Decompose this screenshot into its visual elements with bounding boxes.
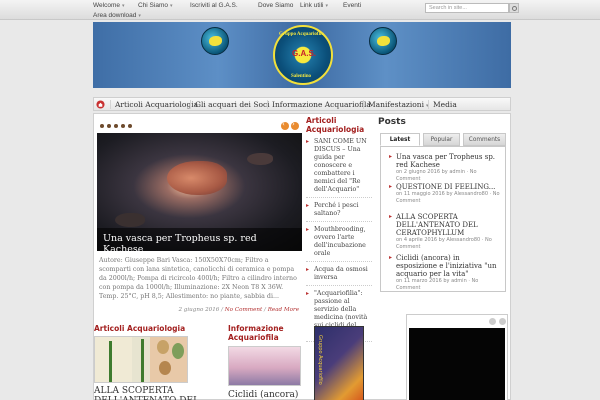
mainnav-item-informazione[interactable]: Informazione Acquariofila [267, 100, 371, 109]
slider-dot[interactable] [107, 124, 111, 128]
articles-bottom-title[interactable]: Articoli Acquariologia [94, 324, 185, 333]
chevron-down-icon: ▾ [325, 3, 328, 9]
chevron-down-icon: ▾ [122, 3, 125, 9]
topnav-item-chi-siamo[interactable]: Chi Siamo▾ [138, 2, 173, 9]
logo-text-bottom: Salentino [291, 74, 311, 79]
bulb-shape [157, 340, 169, 354]
slider-dot[interactable] [128, 124, 132, 128]
mainnav-item-articoli[interactable]: Articoli Acquariologia [110, 100, 198, 109]
articles-list: SANI COME UN DISCUS – Una guida per cono… [306, 138, 372, 346]
tab-comments[interactable]: Comments [463, 133, 506, 146]
home-icon[interactable] [96, 100, 105, 109]
list-item[interactable]: ALLA SCOPERTA DELL'ANTENATO DEL CERATOPH… [389, 213, 501, 251]
list-item[interactable]: Ciclidi (ancora) in esposizione e l'iniz… [389, 254, 501, 292]
informazione-bottom-title[interactable]: Informazione Acquariofila [228, 324, 306, 342]
topnav-item-area-download[interactable]: Area download▾ [93, 12, 141, 19]
topnav-item-iscriviti[interactable]: Iscriviti al G.A.S. [190, 2, 238, 9]
slider-next-button[interactable] [291, 122, 299, 130]
fish-shape [115, 213, 145, 227]
plant-shape [141, 339, 144, 383]
list-item[interactable]: Una vasca per Tropheus sp. red Kachese o… [389, 153, 501, 183]
tab-popular[interactable]: Popular [423, 133, 460, 146]
mainnav-item-acquari-soci[interactable]: Gli acquari dei Soci [190, 100, 270, 109]
top-bar: Welcome▾ Chi Siamo▾ Iscriviti al G.A.S. … [0, 0, 600, 20]
slide-meta: 2 giugno 2016 / No Comment / Read More [99, 307, 299, 313]
chevron-down-icon: ▾ [138, 13, 141, 19]
book-cover-image[interactable]: Gruppo Acquariofilo [314, 326, 364, 400]
video-prev-button[interactable] [489, 318, 496, 325]
topnav-item-dove-siamo[interactable]: Dove Siamo [258, 2, 293, 9]
slider-dot[interactable] [114, 124, 118, 128]
slider-prev-button[interactable] [281, 122, 289, 130]
tab-latest[interactable]: Latest [380, 133, 420, 146]
article-thumbnail[interactable] [228, 346, 301, 386]
slide-title[interactable]: Una vasca per Tropheus sp. red Kachese [97, 228, 302, 251]
bulb-shape [159, 361, 171, 375]
chevron-down-icon: ▾ [170, 3, 173, 9]
articles-column: Articoli Acquariologia SANI COME UN DISC… [306, 116, 372, 316]
topnav-item-link-utili[interactable]: Link utili▾ [300, 2, 328, 9]
read-more-link[interactable]: Read More [268, 307, 299, 313]
mainnav-item-manifestazioni[interactable]: Manifestazioni▾ [363, 100, 429, 109]
list-item[interactable]: Perché i pesci saltano? [306, 202, 372, 222]
list-item[interactable]: Acqua da osmosi inversa [306, 266, 372, 286]
topnav-item-eventi[interactable]: Eventi [343, 2, 361, 9]
content-panel: Una vasca per Tropheus sp. red Kachese A… [93, 113, 511, 400]
posts-tabs: Latest Popular Comments [380, 133, 506, 146]
site-header-banner[interactable]: Gruppo Acquariofilo Salentino [93, 22, 511, 88]
slide-comments-link[interactable]: No Comment [225, 307, 262, 313]
featured-slider: Una vasca per Tropheus sp. red Kachese A… [97, 119, 302, 317]
bulb-shape [172, 343, 184, 359]
topnav-item-welcome[interactable]: Welcome▾ [93, 2, 125, 9]
logo-fish-left [201, 27, 229, 55]
articles-section-title[interactable]: Articoli Acquariologia [306, 116, 372, 134]
plant-shape [109, 341, 112, 383]
article-caption[interactable]: Ciclidi (ancora) in [228, 390, 306, 400]
list-item[interactable]: SANI COME UN DISCUS – Una guida per cono… [306, 138, 372, 198]
fish-shape [247, 153, 273, 165]
slide-date: 2 giugno 2016 [178, 307, 219, 313]
list-item[interactable]: Mouthbrooding, ovvero l'arte dell'incuba… [306, 226, 372, 262]
slider-dot[interactable] [121, 124, 125, 128]
slide-excerpt: Autore: Giuseppe Bari Vasca: 150X50X70cm… [99, 256, 299, 301]
video-next-button[interactable] [499, 318, 506, 325]
logo-text-top: Gruppo Acquariofilo [279, 32, 324, 37]
search-icon[interactable] [509, 3, 519, 13]
video-widget [406, 314, 508, 400]
search-input[interactable]: Search in site... [425, 3, 509, 13]
list-item[interactable]: QUESTIONE DI FEELING... on 11 maggio 201… [389, 183, 501, 205]
book-spine-text: Gruppo Acquariofilo [317, 335, 323, 385]
posts-title: Posts [378, 117, 406, 127]
video-player[interactable] [409, 328, 505, 400]
logo-fish-right [369, 27, 397, 55]
main-navigation: Articoli Acquariologia Gli acquari dei S… [93, 97, 511, 111]
article-caption[interactable]: ALLA SCOPERTA DELL'ANTENATO DEL [94, 386, 224, 400]
fish-shape [167, 161, 227, 195]
mainnav-item-media[interactable]: Media [428, 100, 457, 109]
article-thumbnail[interactable] [94, 336, 188, 383]
top-navigation: Welcome▾ Chi Siamo▾ Iscriviti al G.A.S. … [93, 2, 423, 20]
posts-list: Una vasca per Tropheus sp. red Kachese o… [380, 146, 506, 292]
slider-dot[interactable] [100, 124, 104, 128]
